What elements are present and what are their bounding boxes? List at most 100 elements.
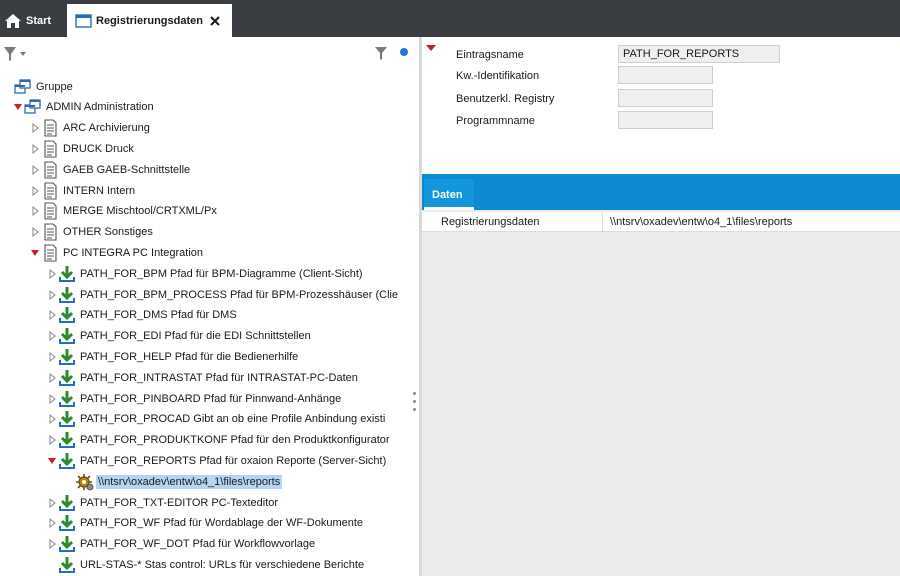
row-value: \\ntsrv\oxadev\entw\o4_1\files\reports xyxy=(610,216,793,228)
collapsed-arrow-icon[interactable] xyxy=(48,372,56,383)
tree-item-label: PC INTEGRA PC Integration xyxy=(63,246,203,259)
close-icon[interactable] xyxy=(209,15,221,27)
collapsed-arrow-icon[interactable] xyxy=(48,351,56,362)
field-eintragsname[interactable]: PATH_FOR_REPORTS xyxy=(618,45,780,63)
collapsed-arrow-icon[interactable] xyxy=(48,289,56,300)
field-kw-identifikation[interactable] xyxy=(618,66,713,84)
tree-item[interactable]: INTERN Intern xyxy=(31,180,137,201)
column-divider xyxy=(602,212,603,232)
document-icon xyxy=(41,119,59,137)
collapsed-arrow-icon[interactable] xyxy=(31,123,39,134)
tree-item[interactable]: MERGE Mischtool/CRTXML/Px xyxy=(31,201,219,222)
tree-item[interactable]: PATH_FOR_WF_DOT Pfad für Workflowvorlage xyxy=(48,534,317,555)
download-icon xyxy=(58,306,76,324)
download-icon xyxy=(58,556,76,574)
field-programmname[interactable] xyxy=(618,111,713,129)
collapsed-arrow-icon[interactable] xyxy=(48,331,56,342)
tab-start[interactable]: Start xyxy=(0,4,64,37)
tree-item[interactable]: PATH_FOR_PRODUKTKONF Pfad für den Produk… xyxy=(48,430,392,451)
tree-item[interactable]: PC INTEGRA PC Integration xyxy=(31,242,205,263)
tab-registrierungsdaten[interactable]: Registrierungsdaten xyxy=(67,4,232,37)
download-icon xyxy=(58,390,76,408)
tree-item-label: PATH_FOR_BPM_PROCESS Pfad für BPM-Prozes… xyxy=(80,288,399,301)
expanded-arrow-icon[interactable] xyxy=(48,456,56,466)
download-icon xyxy=(58,494,76,512)
tree-item-label: PATH_FOR_PINBOARD Pfad für Pinnwand-Anhä… xyxy=(80,392,342,405)
tree-item[interactable]: PATH_FOR_EDI Pfad für die EDI Schnittste… xyxy=(48,326,313,347)
tree-item[interactable]: ADMIN Administration xyxy=(14,97,156,118)
tree-item-label: URL-STAS-* Stas control: URLs für versch… xyxy=(80,558,365,571)
detail-panel: Eintragsname PATH_FOR_REPORTS Kw.-Identi… xyxy=(422,37,900,576)
tree-item[interactable]: URL-STAS-* Stas control: URLs für versch… xyxy=(48,554,366,575)
tree-item-label: PATH_FOR_WF Pfad für Wordablage der WF-D… xyxy=(80,517,364,530)
tree-item[interactable]: GAEB GAEB-Schnittstelle xyxy=(31,159,192,180)
field-label-eintragsname: Eintragsname xyxy=(456,49,524,61)
tree-item-label: PATH_FOR_REPORTS Pfad für oxaion Reporte… xyxy=(80,454,387,467)
download-icon xyxy=(58,410,76,428)
tree-item[interactable]: PATH_FOR_TXT-EDITOR PC-Texteditor xyxy=(48,492,280,513)
filter-dropdown-icon[interactable] xyxy=(3,45,29,63)
tree-item[interactable]: OTHER Sonstiges xyxy=(31,222,155,243)
tree-item[interactable]: PATH_FOR_BPM_PROCESS Pfad für BPM-Prozes… xyxy=(48,284,400,305)
tree-item[interactable]: PATH_FOR_BPM Pfad für BPM-Diagramme (Cli… xyxy=(48,263,365,284)
gear-icon xyxy=(76,473,94,491)
tab-registrierungsdaten-label: Registrierungsdaten xyxy=(96,14,203,27)
spacer xyxy=(48,560,56,570)
collapsed-arrow-icon[interactable] xyxy=(48,497,56,508)
tree-panel: Gruppe ADMIN Administration ARC Archivieru… xyxy=(0,37,419,576)
collapsed-arrow-icon[interactable] xyxy=(48,268,56,279)
collapsed-arrow-icon[interactable] xyxy=(48,414,56,425)
tree-item[interactable]: PATH_FOR_REPORTS Pfad für oxaion Reporte… xyxy=(48,450,388,471)
collapsed-arrow-icon[interactable] xyxy=(31,143,39,154)
tree-item[interactable]: PATH_FOR_HELP Pfad für die Bedienerhilfe xyxy=(48,346,300,367)
tree-item-label: DRUCK Druck xyxy=(63,142,134,155)
tree-item[interactable]: Gruppe xyxy=(4,76,75,97)
table-row[interactable]: Registrierungsdaten \\ntsrv\oxadev\entw\… xyxy=(422,212,900,232)
tree-item[interactable]: PATH_FOR_WF Pfad für Wordablage der WF-D… xyxy=(48,513,365,534)
tree-item[interactable]: PATH_FOR_INTRASTAT Pfad für INTRASTAT-PC… xyxy=(48,367,360,388)
tree-item-label: PATH_FOR_EDI Pfad für die EDI Schnittste… xyxy=(80,330,311,343)
tree-item-label: PATH_FOR_TXT-EDITOR PC-Texteditor xyxy=(80,496,279,509)
download-icon xyxy=(58,265,76,283)
tab-daten[interactable]: Daten xyxy=(424,179,474,210)
expanded-arrow-icon[interactable] xyxy=(14,102,22,112)
collapsed-arrow-icon[interactable] xyxy=(31,227,39,238)
collapsed-arrow-icon[interactable] xyxy=(48,539,56,550)
collapsed-arrow-icon[interactable] xyxy=(31,164,39,175)
download-icon xyxy=(58,514,76,532)
tree-item-label: ARC Archivierung xyxy=(63,122,150,135)
tree-item[interactable]: PATH_FOR_PROCAD Gibt an ob eine Profile … xyxy=(48,409,387,430)
collapsed-arrow-icon[interactable] xyxy=(31,206,39,217)
tree-item[interactable]: DRUCK Druck xyxy=(31,138,136,159)
field-benutzerkl-registry[interactable] xyxy=(618,89,713,107)
download-icon xyxy=(58,369,76,387)
tree-item-label: PATH_FOR_INTRASTAT Pfad für INTRASTAT-PC… xyxy=(80,371,358,384)
collapsed-arrow-icon[interactable] xyxy=(48,393,56,404)
collapsed-arrow-icon[interactable] xyxy=(48,518,56,529)
group-icon xyxy=(24,98,42,116)
tree-item-label: GAEB GAEB-Schnittstelle xyxy=(63,163,191,176)
tree-item-label: INTERN Intern xyxy=(63,184,136,197)
spacer xyxy=(66,477,74,487)
collapsed-arrow-icon[interactable] xyxy=(48,310,56,321)
tree-item-label: Gruppe xyxy=(36,80,73,93)
collapsed-arrow-icon[interactable] xyxy=(48,435,56,446)
document-icon xyxy=(41,161,59,179)
field-label-programmname: Programmname xyxy=(456,115,535,127)
tree-item[interactable]: ARC Archivierung xyxy=(31,118,152,139)
tree-item[interactable]: \\ntsrv\oxadev\entw\o4_1\files\reports xyxy=(66,471,283,492)
expanded-arrow-icon[interactable] xyxy=(31,248,39,258)
splitter-grip[interactable] xyxy=(413,392,417,418)
collapsed-arrow-icon[interactable] xyxy=(31,185,39,196)
window-icon xyxy=(75,13,92,28)
status-dot xyxy=(400,48,408,56)
collapse-arrow-icon[interactable] xyxy=(426,45,436,53)
tree-item[interactable]: PATH_FOR_PINBOARD Pfad für Pinnwand-Anhä… xyxy=(48,388,343,409)
document-icon xyxy=(41,244,59,262)
tree-item-label: MERGE Mischtool/CRTXML/Px xyxy=(63,205,217,218)
tree-item[interactable]: PATH_FOR_DMS Pfad für DMS xyxy=(48,305,239,326)
filter-icon[interactable] xyxy=(374,45,388,61)
download-icon xyxy=(58,535,76,553)
detail-tab-bar xyxy=(422,174,900,210)
download-icon xyxy=(58,452,76,470)
